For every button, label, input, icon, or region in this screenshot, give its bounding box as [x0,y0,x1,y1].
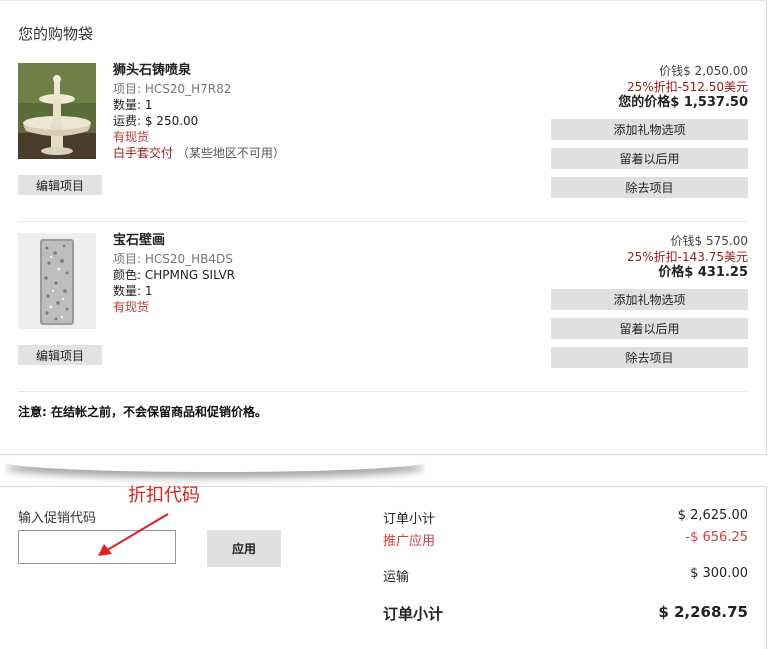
promo-code-label: 输入促销代码 [18,511,97,526]
promo-applied-value: -$ 656.25 [685,530,748,545]
product-image-mural[interactable] [18,233,96,329]
annotation-label: 折扣代码 [128,485,200,506]
item-price: 价钱$ 575.00 25%折扣-143.75美元 价格$ 431.25 [627,233,748,281]
panel-shadow [5,462,425,472]
add-gift-option-button[interactable]: 添加礼物选项 [551,289,748,310]
shopping-bag-panel: 您的购物袋 编辑项目 狮头石铸喷泉 项目: HCS20_H7R82 数量: 1 [0,0,767,455]
item-sku: 项目: HCS20_HB4DS [113,252,233,266]
annotation-arrow-icon [98,513,169,556]
divider [18,391,748,392]
item-color: 颜色: CHPMNG SILVR [113,268,236,282]
item-price: 价钱$ 2,050.00 25%折扣-512.50美元 您的价格$ 1,537.… [618,63,748,111]
item-shipping: 运费: $ 250.00 [113,114,199,128]
remove-item-button[interactable]: 除去项目 [551,177,748,198]
shipping-value: $ 300.00 [690,566,748,581]
item-info: 宝石壁画 项目: HCS20_HB4DS 颜色: CHPMNG SILVR 数量… [113,233,235,315]
fountain-image [18,63,96,159]
mural-image [18,233,96,329]
checkout-note: 注意: 在结帐之前，不会保留商品和促销价格。 [18,405,267,419]
item-name[interactable]: 狮头石铸喷泉 [113,63,285,79]
add-gift-option-button[interactable]: 添加礼物选项 [551,119,748,140]
order-total-label: 订单小计 [383,605,444,623]
save-for-later-button[interactable]: 留着以后用 [551,148,748,169]
remove-item-button[interactable]: 除去项目 [551,347,748,368]
page-title: 您的购物袋 [18,25,94,43]
item-info: 狮头石铸喷泉 项目: HCS20_H7R82 数量: 1 运费: $ 250.0… [113,63,285,161]
item-quantity: 数量: 1 [113,98,153,112]
subtotal-label: 订单小计 [383,512,436,527]
shipping-label: 运输 [383,570,410,585]
product-image-fountain[interactable] [18,63,96,159]
delivery-note: （某些地区不可用） [176,146,285,160]
item-sku: 项目: HCS20_H7R82 [113,82,232,96]
order-total-value: $ 2,268.75 [658,603,748,621]
discount-amount: 25%折扣-512.50美元 [627,80,748,94]
save-for-later-button[interactable]: 留着以后用 [551,318,748,339]
subtotal-value: $ 2,625.00 [677,508,748,523]
item-name[interactable]: 宝石壁画 [113,233,235,249]
original-price: 价钱$ 2,050.00 [659,64,748,78]
divider [18,221,748,222]
final-price: 价格$ 431.25 [658,265,748,280]
cart-item: 编辑项目 宝石壁画 项目: HCS20_HB4DS 颜色: CHPMNG SIL… [18,233,748,393]
discount-amount: 25%折扣-143.75美元 [627,250,748,264]
promo-applied-label: 推广应用 [383,534,436,549]
cart-item: 编辑项目 狮头石铸喷泉 项目: HCS20_H7R82 数量: 1 运费: $ … [18,63,748,223]
stock-status: 有现货 [113,130,150,144]
edit-item-button[interactable]: 编辑项目 [18,345,102,365]
apply-button[interactable]: 应用 [207,530,281,567]
final-price: 您的价格$ 1,537.50 [618,95,748,110]
delivery-option: 白手套交付 [113,146,174,160]
stock-status: 有现货 [113,300,150,314]
item-quantity: 数量: 1 [113,284,153,298]
edit-item-button[interactable]: 编辑项目 [18,175,102,195]
original-price: 价钱$ 575.00 [670,234,748,248]
